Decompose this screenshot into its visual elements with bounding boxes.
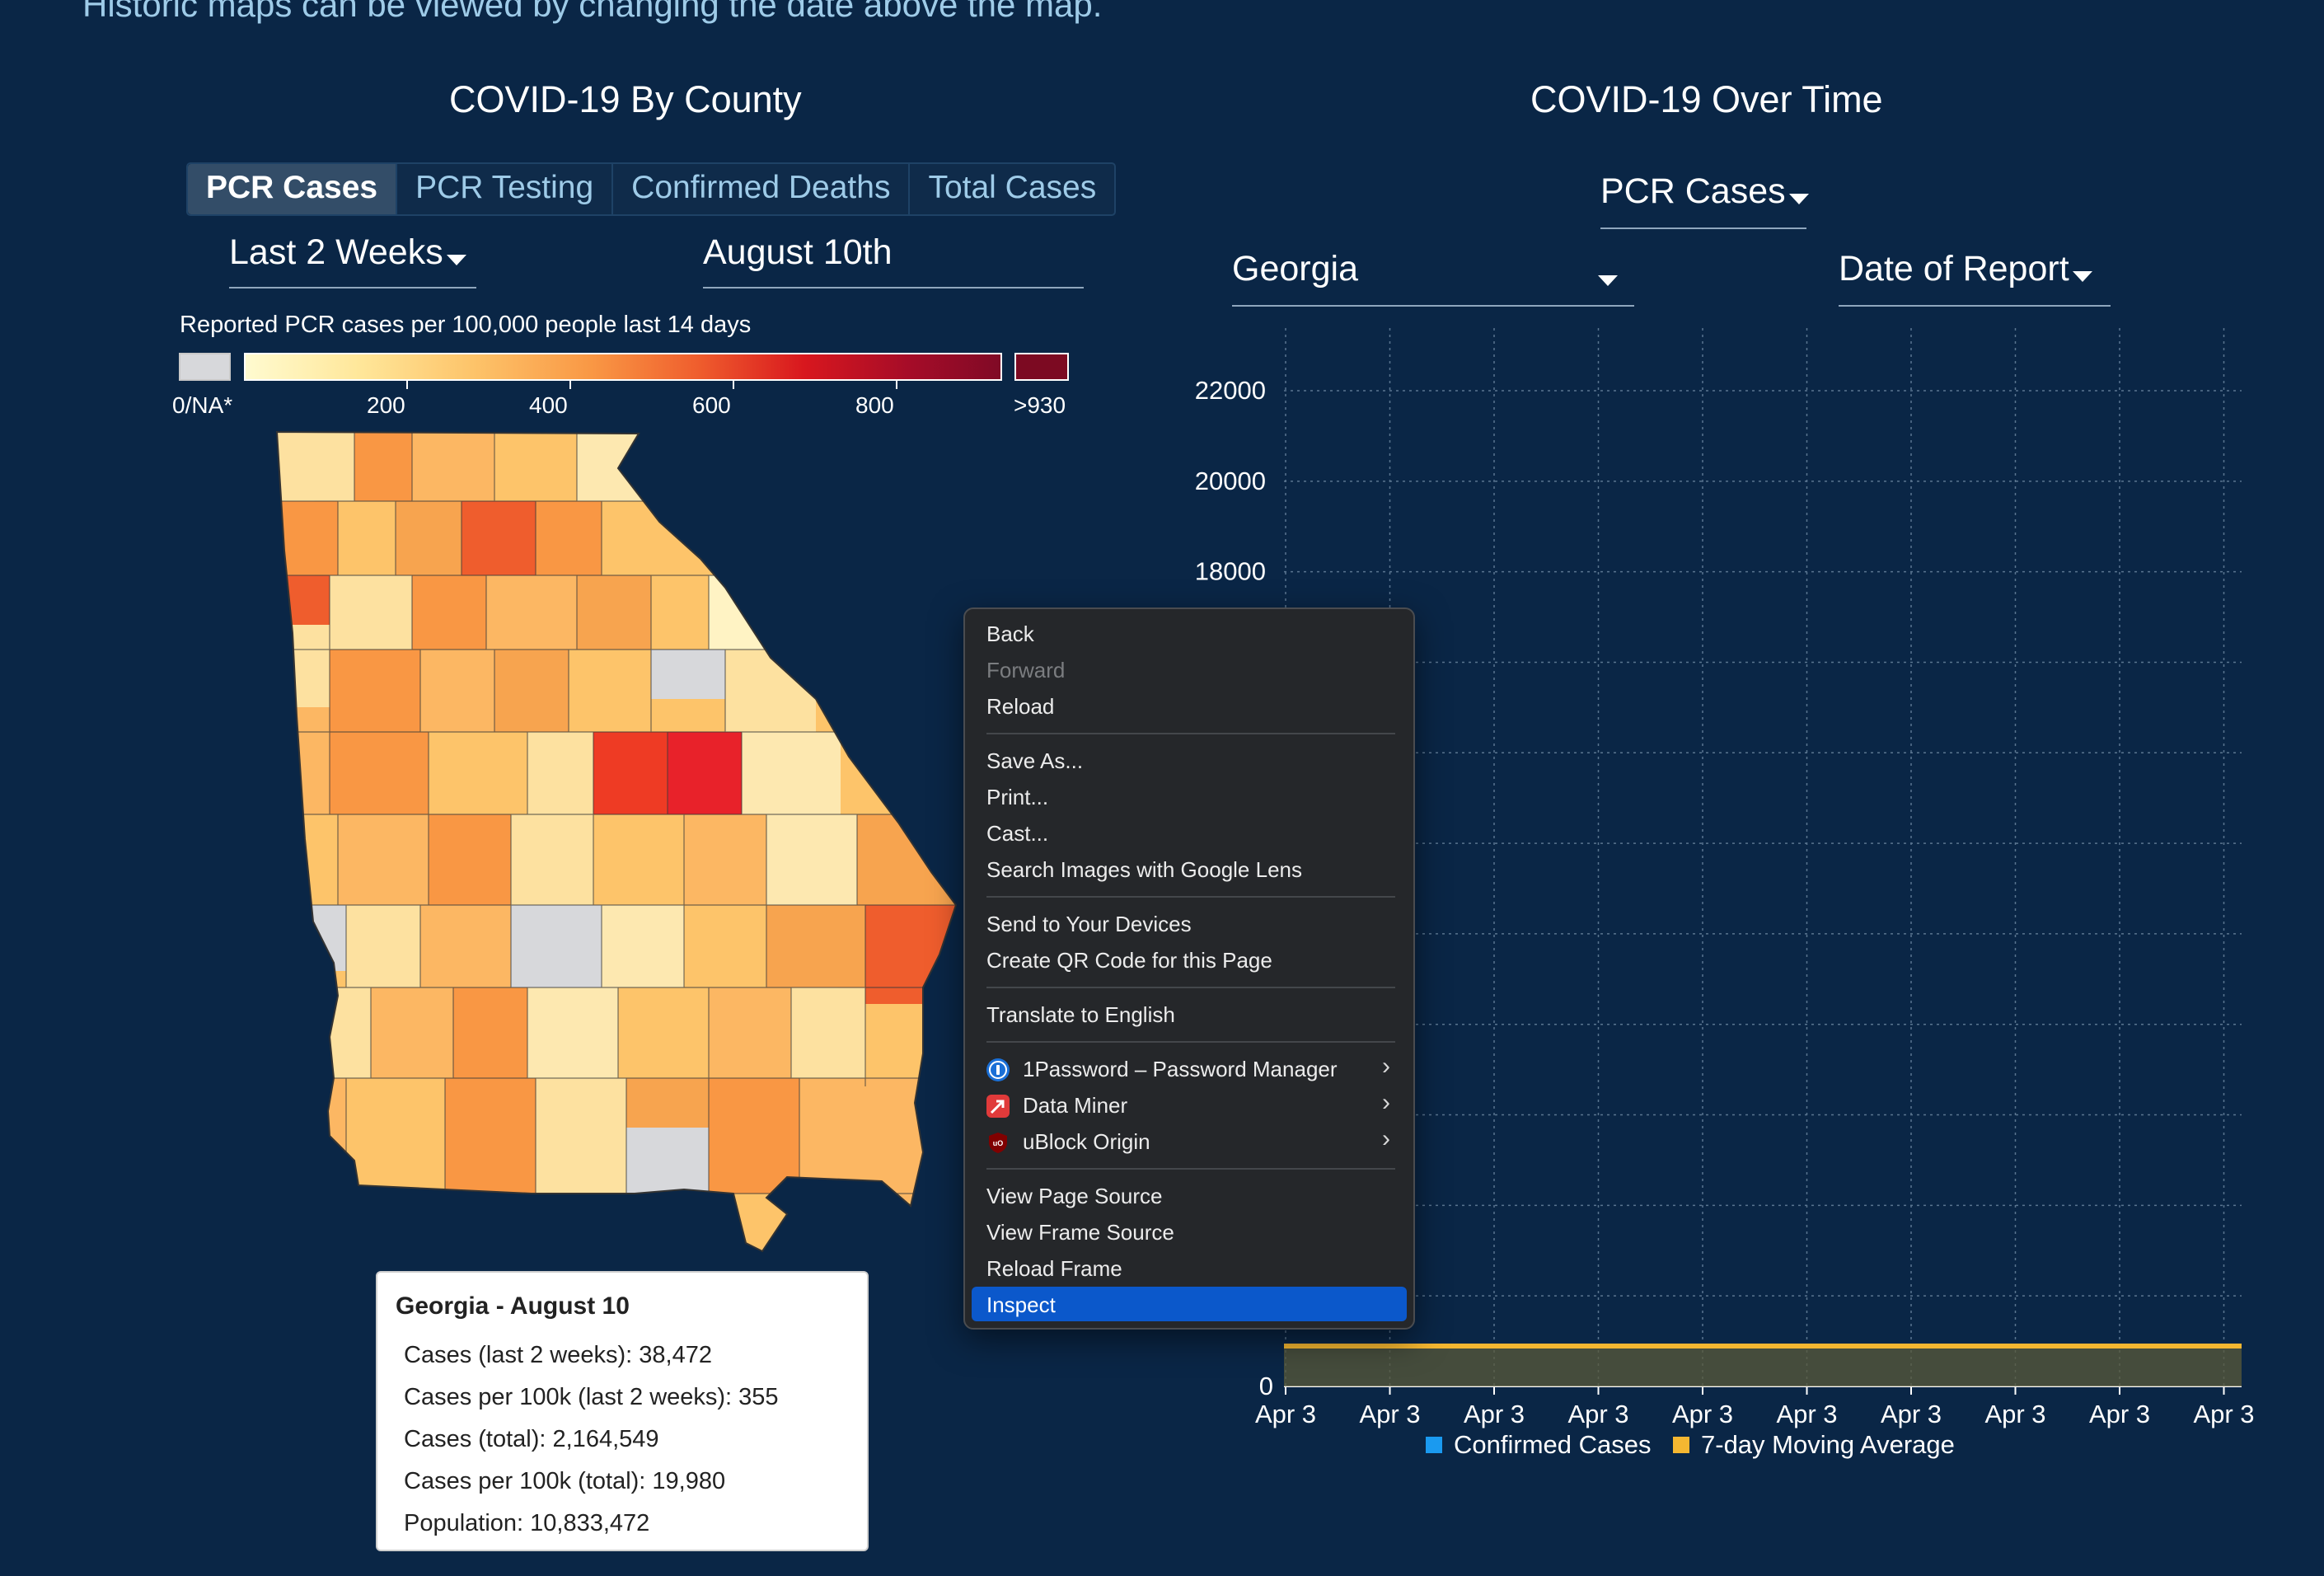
x-axis: Apr 3 Apr 3 Apr 3 Apr 3 Apr 3 Apr 3 Apr 3 Apr 3… — [1255, 1386, 2255, 1428]
menu-item-send-to-devices[interactable]: Send to Your Devices — [986, 912, 1192, 937]
map-counties — [277, 432, 956, 1251]
chart-series — [1284, 1344, 2242, 1386]
region-select[interactable]: Georgia — [1232, 249, 1634, 307]
legend-tick — [896, 381, 897, 389]
x-tick-label: Apr 3 — [2193, 1400, 2254, 1428]
data-miner-icon — [986, 1095, 1010, 1118]
y-tick-label: 20000 — [1195, 467, 1266, 495]
x-tick-label: Apr 3 — [1776, 1400, 1837, 1428]
menu-item-data-miner[interactable]: Data Miner — [1023, 1093, 1127, 1119]
county-section-title: COVID-19 By County — [449, 78, 802, 120]
legend-color-scale — [244, 353, 1002, 381]
tab-total-cases[interactable]: Total Cases — [908, 164, 1114, 214]
date-type-select[interactable]: Date of Report — [1839, 249, 2111, 307]
menu-item-print[interactable]: Print... — [986, 785, 1048, 810]
chart-legend: Confirmed Cases 7-day Moving Average — [1426, 1430, 1955, 1459]
tooltip-line: Cases (last 2 weeks): 38,472 — [404, 1342, 712, 1368]
menu-separator — [986, 1041, 1395, 1043]
menu-separator — [986, 896, 1395, 898]
menu-separator — [986, 1168, 1395, 1170]
x-tick-label: Apr 3 — [1672, 1400, 1733, 1428]
context-menu: Back Forward Reload Save As... Print... … — [963, 607, 1415, 1330]
chart-metric-label: PCR Cases — [1600, 171, 1786, 211]
legend-tick — [406, 381, 408, 389]
chevron-down-icon — [446, 255, 466, 266]
chevron-right-icon: › — [1382, 1089, 1390, 1116]
chevron-down-icon — [1598, 275, 1618, 286]
tooltip-line: Cases (total): 2,164,549 — [404, 1426, 659, 1452]
legend-label: 7-day Moving Average — [1701, 1430, 1955, 1459]
legend-tick — [733, 381, 734, 389]
menu-item-reload[interactable]: Reload — [986, 694, 1054, 720]
x-tick-label: Apr 3 — [2089, 1400, 2150, 1428]
chevron-down-icon — [1788, 194, 1809, 205]
intro-text: Historic maps can be viewed by changing … — [82, 0, 1103, 24]
legend-swatch — [1673, 1437, 1689, 1453]
series-area-moving-average — [1284, 1345, 2242, 1386]
x-tick-label: Apr 3 — [1359, 1400, 1420, 1428]
period-select-label: Last 2 Weeks — [229, 232, 443, 272]
chart-metric-select[interactable]: PCR Cases — [1600, 171, 1809, 229]
legend-title: Reported PCR cases per 100,000 people la… — [180, 312, 752, 338]
menu-item-reload-frame[interactable]: Reload Frame — [986, 1256, 1122, 1282]
map-tooltip: Georgia - August 10 Cases (last 2 weeks)… — [376, 1271, 869, 1551]
legend-max-label: >930 — [1014, 392, 1066, 418]
chevron-right-icon: › — [1382, 1053, 1390, 1080]
menu-item-view-frame-source[interactable]: View Frame Source — [986, 1220, 1174, 1245]
menu-item-ublock-origin[interactable]: uBlock Origin — [1023, 1129, 1150, 1155]
legend-swatch — [1426, 1437, 1442, 1453]
menu-item-view-page-source[interactable]: View Page Source — [986, 1184, 1162, 1209]
x-tick-label: Apr 3 — [1881, 1400, 1942, 1428]
tab-pcr-testing[interactable]: PCR Testing — [396, 164, 611, 214]
chart-grid — [1284, 328, 2242, 1387]
tooltip-line: Cases per 100k (last 2 weeks): 355 — [404, 1384, 779, 1410]
x-tick-label: Apr 3 — [1984, 1400, 2045, 1428]
legend-label: Confirmed Cases — [1454, 1430, 1651, 1459]
legend-tick-label: 200 — [367, 392, 405, 418]
tab-confirmed-deaths[interactable]: Confirmed Deaths — [611, 164, 908, 214]
legend-na-swatch — [179, 353, 231, 381]
x-tick-label: Apr 3 — [1567, 1400, 1628, 1428]
menu-item-save-as[interactable]: Save As... — [986, 748, 1083, 774]
y-tick-label: 0 — [1259, 1372, 1273, 1400]
tooltip-line: Population: 10,833,472 — [404, 1510, 650, 1536]
tooltip-line: Cases per 100k (total): 19,980 — [404, 1468, 726, 1494]
county-map[interactable] — [272, 427, 972, 1259]
menu-item-forward[interactable]: Forward — [986, 658, 1065, 683]
legend-tick-label: 800 — [855, 392, 894, 418]
menu-item-create-qr-code[interactable]: Create QR Code for this Page — [986, 948, 1272, 973]
svg-text:uO: uO — [993, 1139, 1004, 1147]
chevron-down-icon — [2072, 271, 2092, 283]
time-section-title: COVID-19 Over Time — [1530, 78, 1883, 120]
menu-item-google-lens[interactable]: Search Images with Google Lens — [986, 857, 1302, 883]
legend-max-swatch — [1014, 353, 1069, 381]
legend-tick — [569, 381, 571, 389]
y-tick-label: 18000 — [1195, 557, 1266, 586]
date-field[interactable]: August 10th — [703, 232, 1084, 288]
x-tick-label: Apr 3 — [1464, 1400, 1525, 1428]
legend-na-label: 0/NA* — [172, 392, 233, 418]
menu-item-back[interactable]: Back — [986, 621, 1034, 647]
menu-item-cast[interactable]: Cast... — [986, 821, 1048, 847]
date-type-label: Date of Report — [1839, 249, 2069, 288]
chevron-right-icon: › — [1382, 1125, 1390, 1152]
ublock-origin-icon: uO — [986, 1131, 1010, 1154]
legend-tick-label: 600 — [692, 392, 731, 418]
period-select[interactable]: Last 2 Weeks — [229, 232, 476, 288]
menu-separator — [986, 987, 1395, 988]
legend-tick-label: 400 — [529, 392, 568, 418]
tooltip-title: Georgia - August 10 — [396, 1292, 630, 1320]
x-tick-label: Apr 3 — [1255, 1400, 1316, 1428]
y-tick-label: 22000 — [1195, 376, 1266, 405]
menu-item-1password[interactable]: 1Password – Password Manager — [1023, 1057, 1338, 1082]
menu-item-translate[interactable]: Translate to English — [986, 1002, 1175, 1028]
metric-tabs: PCR Cases PCR Testing Confirmed Deaths T… — [186, 162, 1117, 216]
menu-separator — [986, 733, 1395, 734]
date-field-value: August 10th — [703, 232, 893, 272]
1password-icon — [986, 1058, 1010, 1081]
tab-pcr-cases[interactable]: PCR Cases — [188, 164, 396, 214]
menu-item-inspect[interactable]: Inspect — [986, 1292, 1056, 1318]
region-select-label: Georgia — [1232, 249, 1358, 288]
